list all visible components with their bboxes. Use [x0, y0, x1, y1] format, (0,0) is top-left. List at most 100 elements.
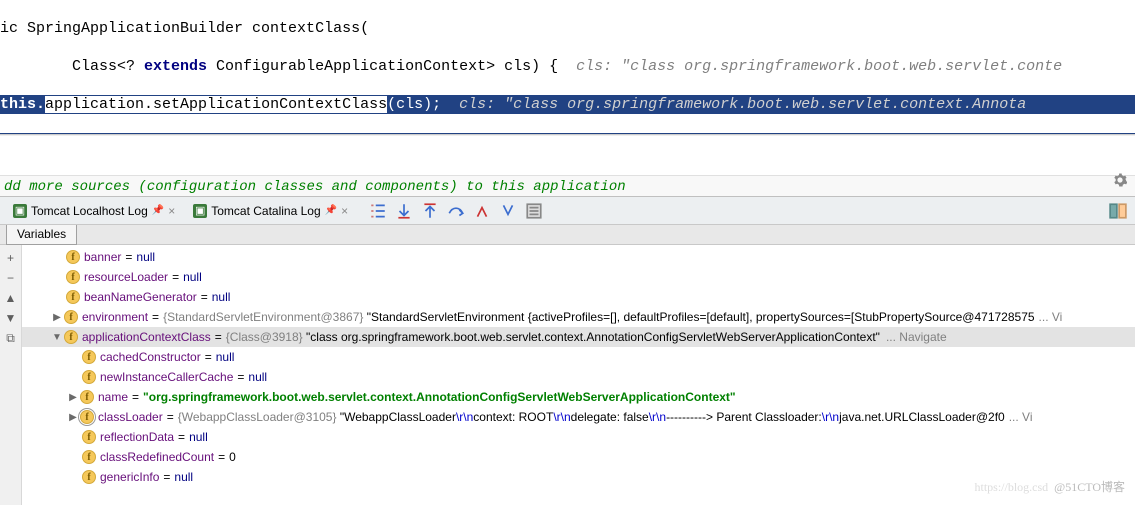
- var-name: applicationContextClass: [82, 330, 211, 344]
- tab-tomcat-catalina[interactable]: ▣ Tomcat Catalina Log 📌 ×: [184, 199, 357, 223]
- code-fragment: ConfigurableApplicationContext> cls) {: [207, 58, 576, 75]
- var-value: 0: [229, 450, 236, 464]
- var-name: resourceLoader: [84, 270, 168, 284]
- remove-watch-icon[interactable]: −: [4, 271, 18, 285]
- field-icon: f: [66, 290, 80, 304]
- field-icon: f: [82, 350, 96, 364]
- var-value: "org.springframework.boot.web.servlet.co…: [143, 390, 736, 404]
- copy-icon[interactable]: ⧉: [4, 331, 18, 345]
- up-icon[interactable]: ▲: [4, 291, 18, 305]
- var-value: "WebappClassLoader: [340, 410, 456, 424]
- field-icon: f: [82, 370, 96, 384]
- tab-label: Tomcat Localhost Log: [31, 204, 148, 218]
- equals: =: [125, 250, 132, 264]
- var-value: null: [248, 370, 267, 384]
- variables-panel: + − ▲ ▼ ⧉ f banner = null f resourceLoad…: [0, 245, 1135, 505]
- code-editor[interactable]: ic SpringApplicationBuilder contextClass…: [0, 0, 1135, 135]
- var-name: environment: [82, 310, 148, 324]
- var-value: null: [136, 250, 155, 264]
- var-cached-constructor[interactable]: f cachedConstructor = null: [22, 347, 1135, 367]
- var-value: "StandardServletEnvironment {activeProfi…: [367, 310, 1035, 324]
- code-fragment: (cls);: [387, 96, 459, 113]
- editor-blank: [0, 135, 1135, 175]
- var-name: cachedConstructor: [100, 350, 201, 364]
- ellipsis[interactable]: ... Vi: [1009, 410, 1033, 424]
- var-value: java.net.URLClassLoader@2f0: [839, 410, 1005, 424]
- collapse-icon[interactable]: ▼: [50, 332, 64, 343]
- evaluate-icon[interactable]: [525, 202, 543, 220]
- ellipsis[interactable]: ... Vi: [1039, 310, 1063, 324]
- var-name: genericInfo: [100, 470, 159, 484]
- var-resource-loader[interactable]: f resourceLoader = null: [22, 267, 1135, 287]
- step-out-red-icon[interactable]: [473, 202, 491, 220]
- var-value: context: ROOT: [473, 410, 553, 424]
- step-over-icon[interactable]: [447, 202, 465, 220]
- var-new-instance-caller-cache[interactable]: f newInstanceCallerCache = null: [22, 367, 1135, 387]
- var-value: "class org.springframework.boot.web.serv…: [306, 330, 880, 344]
- var-class-redefined-count[interactable]: f classRedefinedCount = 0: [22, 447, 1135, 467]
- expand-icon[interactable]: ▶: [66, 392, 80, 403]
- var-generic-info[interactable]: f genericInfo = null: [22, 467, 1135, 487]
- add-watch-icon[interactable]: +: [4, 251, 18, 265]
- equals: =: [132, 390, 139, 404]
- code-fragment: ic: [0, 20, 27, 37]
- var-type: {StandardServletEnvironment@3867}: [163, 310, 363, 324]
- var-value: null: [216, 350, 235, 364]
- escape-seq: \r\n: [822, 410, 839, 424]
- var-name-field[interactable]: ▶ f name = "org.springframework.boot.web…: [22, 387, 1135, 407]
- keyword-this: this.: [0, 96, 45, 113]
- pin-icon[interactable]: 📌: [152, 205, 164, 216]
- equals: =: [172, 270, 179, 284]
- var-name: reflectionData: [100, 430, 174, 444]
- step-up-icon[interactable]: [421, 202, 439, 220]
- var-reflection-data[interactable]: f reflectionData = null: [22, 427, 1135, 447]
- step-down-icon[interactable]: [395, 202, 413, 220]
- gear-icon[interactable]: [1113, 173, 1127, 191]
- layout-icon[interactable]: [1109, 202, 1127, 220]
- field-icon: f: [82, 430, 96, 444]
- var-class-loader[interactable]: ▶ f classLoader = {WebappClassLoader@310…: [22, 407, 1135, 427]
- close-icon[interactable]: ×: [341, 204, 348, 218]
- variables-gutter: + − ▲ ▼ ⧉: [0, 245, 22, 505]
- equals: =: [205, 350, 212, 364]
- code-fragment: Class<?: [0, 58, 144, 75]
- highlight-application: application.: [45, 96, 153, 113]
- down-icon[interactable]: ▼: [4, 311, 18, 325]
- list-icon[interactable]: [369, 202, 387, 220]
- escape-seq: \r\n: [649, 410, 666, 424]
- var-bean-name-generator[interactable]: f beanNameGenerator = null: [22, 287, 1135, 307]
- var-value: delegate: false: [571, 410, 649, 424]
- tab-tomcat-localhost[interactable]: ▣ Tomcat Localhost Log 📌 ×: [4, 199, 184, 223]
- expand-icon[interactable]: ▶: [50, 312, 64, 323]
- var-application-context-class[interactable]: ▼ f applicationContextClass = {Class@391…: [22, 327, 1135, 347]
- var-name: classLoader: [98, 410, 163, 424]
- tab-label: Tomcat Catalina Log: [211, 204, 320, 218]
- editor-docstring: dd more sources (configuration classes a…: [0, 175, 1135, 197]
- variables-header: Variables: [0, 225, 1135, 245]
- expand-icon[interactable]: ▶: [66, 412, 80, 423]
- var-name: name: [98, 390, 128, 404]
- var-name: classRedefinedCount: [100, 450, 214, 464]
- var-type: {Class@3918}: [226, 330, 303, 344]
- var-name: banner: [84, 250, 121, 264]
- server-icon: ▣: [193, 204, 207, 218]
- pin-icon[interactable]: 📌: [325, 205, 337, 216]
- server-icon: ▣: [13, 204, 27, 218]
- escape-seq: \r\n: [456, 410, 473, 424]
- var-environment[interactable]: ▶ f environment = {StandardServletEnviro…: [22, 307, 1135, 327]
- inline-hint: cls: "class org.springframework.boot.web…: [459, 96, 1026, 113]
- debug-toolbar: [369, 202, 543, 220]
- var-banner[interactable]: f banner = null: [22, 247, 1135, 267]
- close-icon[interactable]: ×: [168, 204, 175, 218]
- field-icon: f: [64, 310, 78, 324]
- step-into-blue-icon[interactable]: [499, 202, 517, 220]
- var-type: {WebappClassLoader@3105}: [178, 410, 337, 424]
- keyword-extends: extends: [144, 58, 207, 75]
- equals: =: [178, 430, 185, 444]
- navigate-link[interactable]: ... Navigate: [886, 330, 947, 344]
- field-icon: f: [80, 390, 94, 404]
- variables-title[interactable]: Variables: [6, 225, 77, 245]
- escape-seq: \r\n: [553, 410, 570, 424]
- selected-line[interactable]: this.application.setApplicationContextCl…: [0, 95, 1135, 114]
- equals: =: [163, 470, 170, 484]
